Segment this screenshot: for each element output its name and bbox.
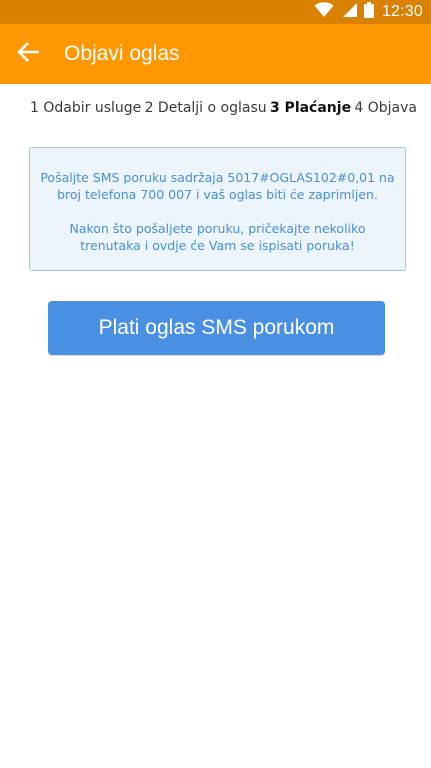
step-4: 4 Objava (354, 100, 417, 116)
step-2: 2 Detalji o oglasu (144, 100, 267, 116)
wait-message: Nakon što pošaljete poruku, pričekajte n… (69, 221, 366, 253)
status-time: 12:30 (381, 3, 423, 20)
step-3-active: 3 Plaćanje (269, 100, 352, 116)
pay-by-sms-button[interactable]: Plati oglas SMS porukom (48, 301, 385, 355)
arrow-left-icon (17, 41, 40, 67)
back-button[interactable] (0, 26, 56, 82)
sms-info-box: Pošaljte SMS poruku sadržaja 5017#OGLAS1… (29, 147, 406, 271)
sms-instructions: Pošaljte SMS poruku sadržaja 5017#OGLAS1… (40, 170, 395, 202)
page-title: Objavi oglas (64, 42, 180, 65)
step-1: 1 Odabir usluge (30, 100, 142, 116)
signal-icon (340, 2, 358, 23)
step-indicator: 1 Odabir usluge 2 Detalji o oglasu 3 Pla… (30, 100, 417, 116)
app-bar: Objavi oglas (0, 24, 431, 84)
status-icons (314, 1, 374, 23)
status-bar: 12:30 (0, 0, 431, 24)
battery-icon (363, 1, 374, 23)
wifi-icon (314, 1, 334, 23)
